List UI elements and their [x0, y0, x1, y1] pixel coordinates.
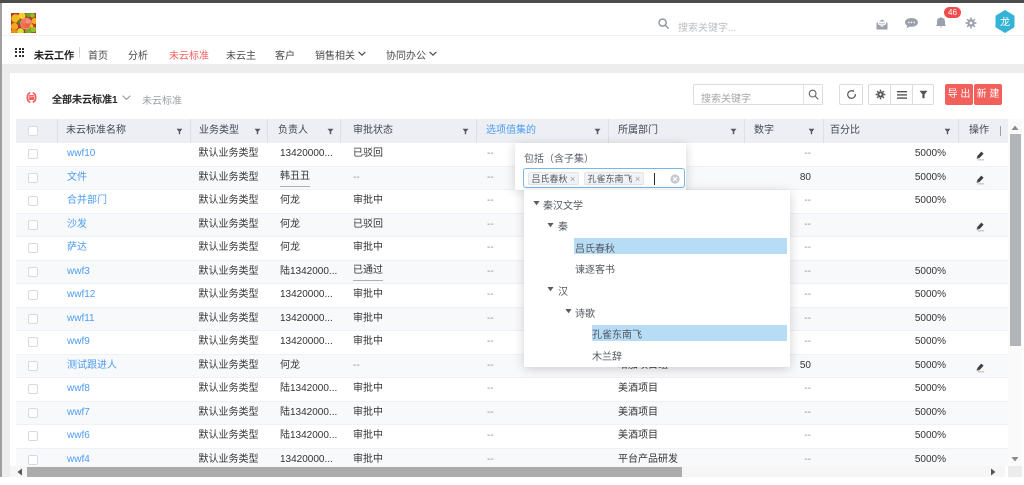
- svg-text:龙: 龙: [1000, 16, 1010, 29]
